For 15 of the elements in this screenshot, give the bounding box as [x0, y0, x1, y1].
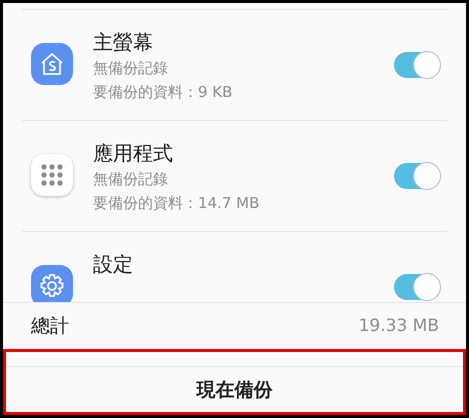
gear-icon — [31, 265, 73, 302]
item-title: 主螢幕 — [93, 29, 154, 56]
toggle-switch[interactable] — [394, 163, 440, 189]
apps-grid-icon — [31, 154, 73, 196]
item-detail: 要備份的資料：9 KB — [93, 82, 234, 103]
item-detail: 要備份的資料：14.7 MB — [93, 193, 260, 214]
total-value: 19.33 MB — [358, 316, 439, 336]
toggle-switch[interactable] — [394, 274, 440, 300]
item-detail: 無備份記錄 — [93, 58, 169, 79]
item-title: 應用程式 — [93, 140, 174, 167]
item-title: 設定 — [93, 251, 134, 278]
home-icon — [31, 43, 73, 85]
toggle-switch[interactable] — [394, 52, 440, 78]
total-label: 總計 — [31, 314, 69, 339]
item-detail: 無備份記錄 — [93, 169, 169, 190]
